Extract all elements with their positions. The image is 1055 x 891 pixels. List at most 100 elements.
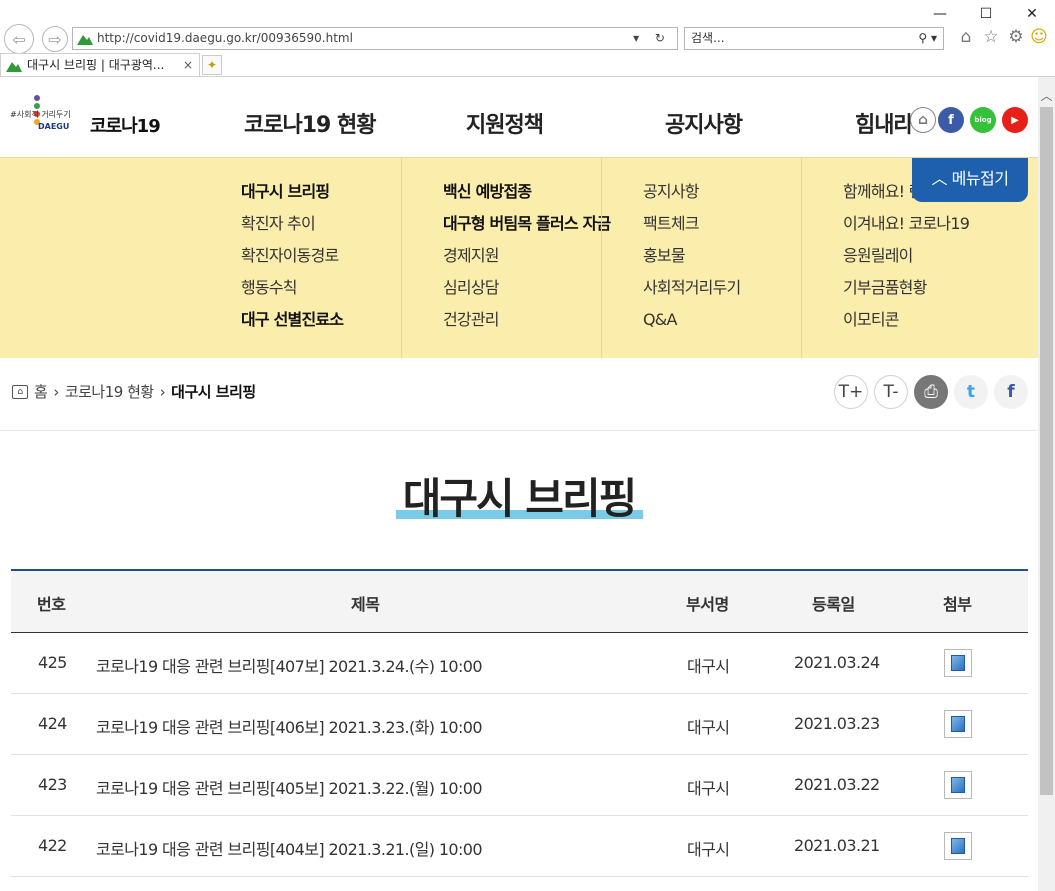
menu-item-promo[interactable]: 홍보물	[643, 240, 801, 272]
address-controls[interactable]: ▾ ↻	[633, 28, 671, 49]
gnb-cheer[interactable]: 힘내라	[855, 107, 914, 139]
back-button[interactable]: ⇦	[4, 24, 34, 54]
row-number: 424	[38, 714, 67, 733]
new-tab-button[interactable]: ✦	[202, 55, 222, 75]
tab-close-icon[interactable]: ×	[183, 54, 193, 76]
minimize-icon[interactable]: —	[930, 4, 950, 24]
site-favicon-icon	[77, 35, 93, 45]
menu-item-vaccine[interactable]: 백신 예방접종	[443, 176, 601, 208]
logo-campaign-text: #사회적 거리두기	[10, 110, 71, 119]
chevron-right-icon: ›	[159, 382, 166, 401]
menu-item-overcome[interactable]: 이겨내요! 코로나19	[843, 208, 1038, 240]
favorites-star-icon[interactable]: ☆	[981, 27, 1001, 47]
header-date: 등록일	[812, 595, 855, 614]
row-dept: 대구시	[687, 718, 730, 737]
maximize-icon[interactable]: ☐	[976, 4, 996, 24]
menu-item-briefing[interactable]: 대구시 브리핑	[241, 176, 343, 208]
new-tab-icon: ✦	[206, 58, 218, 72]
facebook-share-button[interactable]: f	[994, 375, 1028, 409]
menu-item-rules[interactable]: 행동수칙	[241, 272, 343, 304]
table-row[interactable]: 423 코로나19 대응 관련 브리핑[405보] 2021.3.22.(월) …	[11, 755, 1028, 816]
blog-icon[interactable]: blog	[970, 107, 996, 133]
menu-item-distancing[interactable]: 사회적거리두기	[643, 272, 801, 304]
row-dept: 대구시	[687, 840, 730, 859]
row-number: 422	[38, 836, 67, 855]
twitter-icon: t	[966, 382, 976, 402]
attachment-file-icon[interactable]	[944, 710, 972, 738]
attachment-file-icon[interactable]	[944, 771, 972, 799]
table-row[interactable]: 424 코로나19 대응 관련 브리핑[406보] 2021.3.23.(화) …	[11, 694, 1028, 755]
breadcrumb: ⌂ 홈 › 코로나19 현황 › 대구시 브리핑	[12, 381, 256, 402]
home-icon[interactable]: ⌂	[12, 384, 28, 399]
facebook-icon[interactable]: f	[938, 107, 964, 133]
address-url: http://covid19.daegu.go.kr/00936590.html	[97, 31, 353, 45]
row-title-link[interactable]: 코로나19 대응 관련 브리핑[404보] 2021.3.21.(일) 10:0…	[96, 836, 483, 860]
attachment-file-icon[interactable]	[944, 649, 972, 677]
menu-item-health[interactable]: 건강관리	[443, 304, 601, 336]
search-icon[interactable]: ⚲ ▾	[918, 28, 937, 49]
content-divider	[0, 430, 1038, 431]
menu-fold-button[interactable]: ︿ 메뉴접기	[912, 158, 1028, 202]
row-number: 425	[38, 653, 67, 672]
menu-item-emoticon[interactable]: 이모티콘	[843, 304, 1038, 336]
menu-item-qna[interactable]: Q&A	[643, 304, 801, 336]
breadcrumb-level1[interactable]: 코로나19 현황	[65, 381, 154, 402]
scroll-thumb[interactable]	[1040, 107, 1053, 795]
font-decrease-button[interactable]: T-	[874, 375, 908, 409]
row-number: 423	[38, 775, 67, 794]
breadcrumb-home[interactable]: 홈	[34, 381, 48, 402]
table-row[interactable]: 422 코로나19 대응 관련 브리핑[404보] 2021.3.21.(일) …	[11, 816, 1028, 877]
menu-item-counsel[interactable]: 심리상담	[443, 272, 601, 304]
twitter-share-button[interactable]: t	[954, 375, 988, 409]
home-icon[interactable]: ⌂	[956, 27, 976, 47]
tab-title: 대구시 브리핑 | 대구광역...	[27, 58, 165, 72]
forward-button[interactable]: ⇨	[42, 26, 68, 52]
font-increase-button[interactable]: T+	[834, 375, 868, 409]
arrow-right-icon: ⇨	[48, 29, 62, 49]
gnb-status[interactable]: 코로나19 현황	[244, 107, 376, 139]
vertical-scrollbar[interactable]: ︿	[1038, 77, 1055, 891]
menu-item-factcheck[interactable]: 팩트체크	[643, 208, 801, 240]
row-dept: 대구시	[687, 657, 730, 676]
menu-item-notice[interactable]: 공지사항	[643, 176, 801, 208]
arrow-left-icon: ⇦	[12, 29, 26, 49]
attachment-file-icon[interactable]	[944, 832, 972, 860]
row-title-link[interactable]: 코로나19 대응 관련 브리핑[406보] 2021.3.23.(화) 10:0…	[96, 714, 483, 738]
menu-item-economy[interactable]: 경제지원	[443, 240, 601, 272]
sns-home-icon[interactable]: ⌂	[910, 107, 936, 133]
print-button[interactable]: ⎙	[914, 375, 948, 409]
site-logo[interactable]: #사회적 거리두기 DAEGU	[8, 95, 88, 135]
browser-tab[interactable]: 대구시 브리핑 | 대구광역... ×	[0, 53, 200, 77]
youtube-icon[interactable]: ▶	[1002, 107, 1028, 133]
settings-gear-icon[interactable]: ⚙	[1006, 27, 1026, 47]
header-dept: 부서명	[686, 595, 729, 614]
gnb-support[interactable]: 지원정책	[466, 107, 544, 139]
table-row[interactable]: 425 코로나19 대응 관련 브리핑[407보] 2021.3.24.(수) …	[11, 633, 1028, 694]
address-bar[interactable]: http://covid19.daegu.go.kr/00936590.html…	[72, 27, 678, 50]
header-title: 제목	[351, 595, 380, 614]
menu-item-relay[interactable]: 응원릴레이	[843, 240, 1038, 272]
breadcrumb-current: 대구시 브리핑	[171, 383, 256, 401]
board-header: 번호 제목 부서명 등록일 첨부	[11, 571, 1028, 633]
browser-search-box[interactable]: 검색... ⚲ ▾	[684, 27, 944, 50]
smiley-feedback-icon[interactable]: ☺	[1029, 27, 1049, 47]
logo-daegu-text: DAEGU	[38, 122, 70, 131]
gnb-notice[interactable]: 공지사항	[665, 107, 743, 139]
menu-item-clinic[interactable]: 대구 선별진료소	[241, 304, 344, 336]
menu-item-trend[interactable]: 확진자 추이	[241, 208, 343, 240]
menu-fold-label: 메뉴접기	[951, 169, 1009, 188]
chevron-right-icon: ›	[53, 382, 59, 401]
menu-item-route[interactable]: 확진자이동경로	[241, 240, 343, 272]
scroll-up-icon[interactable]: ︿	[1038, 87, 1055, 103]
menu-item-fund[interactable]: 대구형 버팀목 플러스 자금	[443, 208, 611, 240]
row-title-link[interactable]: 코로나19 대응 관련 브리핑[407보] 2021.3.24.(수) 10:0…	[96, 653, 483, 677]
row-dept: 대구시	[687, 779, 730, 798]
printer-icon: ⎙	[924, 382, 938, 402]
browser-chrome: — ☐ ✕ ⇦ ⇨ http://covid19.daegu.go.kr/009…	[0, 0, 1055, 77]
row-title-link[interactable]: 코로나19 대응 관련 브리핑[405보] 2021.3.22.(월) 10:0…	[96, 775, 483, 799]
brand-title[interactable]: 코로나19	[90, 112, 161, 138]
web-page: #사회적 거리두기 DAEGU 코로나19 코로나19 현황 지원정책 공지사항…	[0, 77, 1038, 891]
row-date: 2021.03.24	[794, 653, 880, 672]
close-window-icon[interactable]: ✕	[1022, 4, 1042, 24]
menu-item-donation[interactable]: 기부금품현황	[843, 272, 1038, 304]
